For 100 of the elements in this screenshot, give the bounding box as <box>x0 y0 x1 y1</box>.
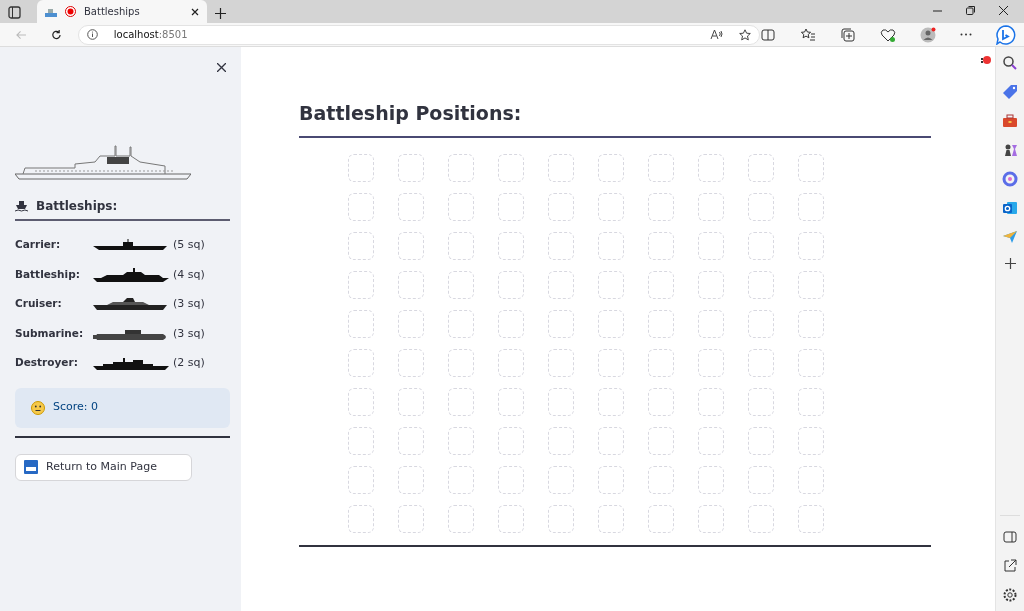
grid-cell-button[interactable] <box>348 309 374 338</box>
grid-cell-button[interactable] <box>748 348 774 377</box>
grid-cell-button[interactable] <box>348 426 374 455</box>
new-tab-icon[interactable] <box>215 8 226 19</box>
grid-cell-button[interactable] <box>498 270 524 299</box>
grid-cell-button[interactable] <box>798 270 824 299</box>
grid-cell-button[interactable] <box>398 231 424 260</box>
grid-cell-button[interactable] <box>548 387 574 416</box>
grid-cell-button[interactable] <box>598 504 624 533</box>
grid-cell-button[interactable] <box>798 465 824 494</box>
grid-cell-button[interactable] <box>598 153 624 182</box>
grid-cell-button[interactable] <box>698 270 724 299</box>
grid-cell-button[interactable] <box>498 504 524 533</box>
grid-cell-button[interactable] <box>548 426 574 455</box>
grid-cell-button[interactable] <box>698 309 724 338</box>
grid-cell-button[interactable] <box>348 387 374 416</box>
grid-cell-button[interactable] <box>348 504 374 533</box>
read-aloud-icon[interactable] <box>710 29 723 40</box>
browser-tab[interactable]: Battleships <box>37 0 207 23</box>
grid-cell-button[interactable] <box>348 465 374 494</box>
favorites-icon[interactable] <box>800 26 816 43</box>
health-icon[interactable] <box>880 26 896 43</box>
grid-cell-button[interactable] <box>448 504 474 533</box>
grid-cell-button[interactable] <box>448 465 474 494</box>
settings-icon[interactable] <box>1002 587 1018 603</box>
close-icon[interactable] <box>191 7 199 16</box>
minimize-icon[interactable] <box>933 9 942 12</box>
grid-cell-button[interactable] <box>348 270 374 299</box>
grid-cell-button[interactable] <box>498 465 524 494</box>
grid-cell-button[interactable] <box>448 153 474 182</box>
back-arrow-icon[interactable] <box>16 29 27 40</box>
grid-cell-button[interactable] <box>698 153 724 182</box>
grid-cell-button[interactable] <box>398 348 424 377</box>
grid-cell-button[interactable] <box>698 348 724 377</box>
grid-cell-button[interactable] <box>798 153 824 182</box>
grid-cell-button[interactable] <box>448 348 474 377</box>
toolbox-icon[interactable] <box>1002 113 1018 129</box>
grid-cell-button[interactable] <box>698 465 724 494</box>
grid-cell-button[interactable] <box>348 348 374 377</box>
grid-cell-button[interactable] <box>548 348 574 377</box>
grid-cell-button[interactable] <box>498 426 524 455</box>
grid-cell-button[interactable] <box>698 387 724 416</box>
grid-cell-button[interactable] <box>498 231 524 260</box>
split-screen-icon[interactable] <box>760 26 776 43</box>
grid-cell-button[interactable] <box>748 231 774 260</box>
grid-cell-button[interactable] <box>548 192 574 221</box>
grid-cell-button[interactable] <box>798 309 824 338</box>
grid-cell-button[interactable] <box>598 465 624 494</box>
grid-cell-button[interactable] <box>498 348 524 377</box>
close-icon[interactable] <box>999 6 1008 15</box>
grid-cell-button[interactable] <box>648 309 674 338</box>
grid-cell-button[interactable] <box>498 309 524 338</box>
grid-cell-button[interactable] <box>448 309 474 338</box>
grid-cell-button[interactable] <box>398 387 424 416</box>
restore-icon[interactable] <box>966 6 975 15</box>
grid-cell-button[interactable] <box>798 231 824 260</box>
more-icon[interactable] <box>960 33 972 36</box>
sidebar-panel-icon[interactable] <box>1002 529 1018 545</box>
grid-cell-button[interactable] <box>598 309 624 338</box>
grid-cell-button[interactable] <box>648 270 674 299</box>
profile-avatar-icon[interactable] <box>920 26 936 43</box>
grid-cell-button[interactable] <box>698 504 724 533</box>
address-bar[interactable]: localhost:8501 <box>77 24 760 45</box>
grid-cell-button[interactable] <box>598 426 624 455</box>
grid-cell-button[interactable] <box>548 465 574 494</box>
grid-cell-button[interactable] <box>648 465 674 494</box>
grid-cell-button[interactable] <box>698 231 724 260</box>
search-icon[interactable] <box>1002 55 1018 71</box>
grid-cell-button[interactable] <box>398 504 424 533</box>
grid-cell-button[interactable] <box>548 504 574 533</box>
grid-cell-button[interactable] <box>598 192 624 221</box>
paper-plane-icon[interactable] <box>1002 229 1018 245</box>
grid-cell-button[interactable] <box>798 192 824 221</box>
chess-piece-icon[interactable] <box>1002 142 1018 158</box>
grid-cell-button[interactable] <box>448 426 474 455</box>
grid-cell-button[interactable] <box>648 504 674 533</box>
grid-cell-button[interactable] <box>648 153 674 182</box>
grid-cell-button[interactable] <box>648 348 674 377</box>
grid-cell-button[interactable] <box>348 192 374 221</box>
grid-cell-button[interactable] <box>498 387 524 416</box>
grid-cell-button[interactable] <box>648 387 674 416</box>
grid-cell-button[interactable] <box>398 153 424 182</box>
grid-cell-button[interactable] <box>448 231 474 260</box>
add-icon[interactable] <box>1004 258 1016 269</box>
grid-cell-button[interactable] <box>648 192 674 221</box>
mail-icon[interactable] <box>1002 200 1018 216</box>
grid-cell-button[interactable] <box>548 153 574 182</box>
grid-cell-button[interactable] <box>398 270 424 299</box>
grid-cell-button[interactable] <box>598 387 624 416</box>
collections-icon[interactable] <box>840 26 856 43</box>
grid-cell-button[interactable] <box>398 426 424 455</box>
tab-actions-icon[interactable] <box>8 6 21 19</box>
grid-cell-button[interactable] <box>598 348 624 377</box>
grid-cell-button[interactable] <box>798 348 824 377</box>
return-button[interactable]: Return to Main Page <box>15 453 192 481</box>
grid-cell-button[interactable] <box>548 231 574 260</box>
grid-cell-button[interactable] <box>748 153 774 182</box>
chat-assistant-icon[interactable] <box>996 24 1016 45</box>
reload-icon[interactable] <box>50 28 62 41</box>
grid-cell-button[interactable] <box>748 465 774 494</box>
